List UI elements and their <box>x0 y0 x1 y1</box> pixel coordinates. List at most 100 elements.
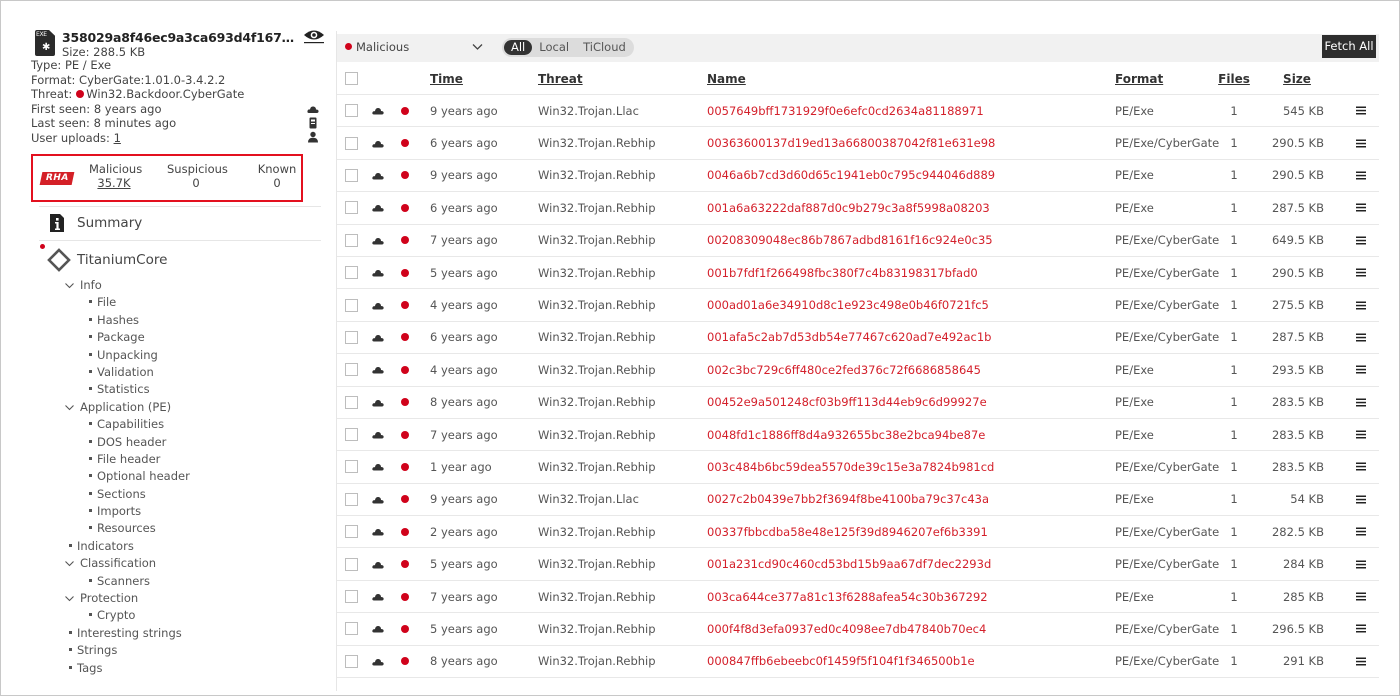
hamburger-menu-icon[interactable] <box>1356 333 1366 342</box>
hamburger-menu-icon[interactable] <box>1356 560 1366 569</box>
header-files[interactable]: Files <box>1218 63 1250 94</box>
row-name-link[interactable]: 001a6a63222daf887d0c9b279c3a8f5998a08203 <box>707 201 990 215</box>
row-checkbox[interactable] <box>345 266 358 280</box>
row-checkbox[interactable] <box>345 590 358 604</box>
row-name-link[interactable]: 001a231cd90c460cd53bd15b9aa67df7dec2293d <box>707 557 991 571</box>
row-checkbox[interactable] <box>345 428 358 442</box>
row-name-link[interactable]: 002c3bc729c6ff480ce2fed376c72f6686858645 <box>707 363 981 377</box>
segment-all[interactable]: All <box>504 40 533 55</box>
header-format[interactable]: Format <box>1115 63 1163 94</box>
table-row[interactable]: 5 years ago Win32.Trojan.Rebhip 001b7fdf1f… <box>337 257 1379 290</box>
tree-item[interactable]: Indicators <box>63 538 190 555</box>
hamburger-menu-icon[interactable] <box>1356 203 1366 212</box>
row-checkbox[interactable] <box>345 298 358 312</box>
hamburger-menu-icon[interactable] <box>1356 236 1366 245</box>
row-name-link[interactable]: 001afa5c2ab7d53db54e77467c620ad7e492ac1b <box>707 330 992 344</box>
hamburger-menu-icon[interactable] <box>1356 301 1366 310</box>
hamburger-menu-icon[interactable] <box>1356 139 1366 148</box>
tree-item[interactable]: Scanners <box>63 573 190 590</box>
row-name-link[interactable]: 003c484b6bc59dea5570de39c15e3a7824b981cd <box>707 460 994 474</box>
row-checkbox[interactable] <box>345 557 358 571</box>
row-checkbox[interactable] <box>345 654 358 668</box>
select-all-checkbox[interactable] <box>345 72 358 85</box>
hamburger-menu-icon[interactable] <box>1356 495 1366 504</box>
table-row[interactable]: 6 years ago Win32.Trojan.Rebhip 001afa5c2a… <box>337 322 1379 355</box>
tree-item[interactable]: Tags <box>63 660 190 677</box>
classification-filter[interactable]: Malicious <box>345 40 409 54</box>
hamburger-menu-icon[interactable] <box>1356 624 1366 633</box>
tree-item[interactable]: Validation <box>63 364 190 381</box>
row-name-link[interactable]: 00363600137d19ed13a66800387042f81e631e98 <box>707 136 995 150</box>
hamburger-menu-icon[interactable] <box>1356 106 1366 115</box>
row-name-link[interactable]: 00452e9a501248cf03b9ff113d44eb9c6d99927e <box>707 395 987 409</box>
table-row[interactable]: 6 years ago Win32.Trojan.Rebhip 0036360013… <box>337 127 1379 160</box>
segment-local[interactable]: Local <box>532 40 576 55</box>
tree-item[interactable]: DOS header <box>63 434 190 451</box>
tree-item[interactable]: Crypto <box>63 607 190 624</box>
row-name-link[interactable]: 000847ffb6ebeebc0f1459f5f104f1f346500b1e <box>707 654 975 668</box>
tree-item[interactable]: Imports <box>63 503 190 520</box>
tree-item[interactable]: Protection <box>63 590 190 607</box>
table-row[interactable]: 8 years ago Win32.Trojan.Rebhip 00452e9a50… <box>337 387 1379 419</box>
chevron-down-icon[interactable] <box>65 559 74 568</box>
chevron-down-icon[interactable] <box>472 43 483 51</box>
tree-item[interactable]: Unpacking <box>63 347 190 364</box>
row-name-link[interactable]: 001b7fdf1f266498fbc380f7c4b83198317bfad0 <box>707 266 978 280</box>
row-name-link[interactable]: 000f4f8d3efa0937ed0c4098ee7db47840b70ec4 <box>707 622 986 636</box>
nav-summary[interactable]: Summary <box>47 213 142 233</box>
tree-item[interactable]: Statistics <box>63 381 190 398</box>
row-checkbox[interactable] <box>345 622 358 636</box>
tree-item[interactable]: Hashes <box>63 312 190 329</box>
hamburger-menu-icon[interactable] <box>1356 592 1366 601</box>
table-row[interactable]: 9 years ago Win32.Trojan.Rebhip 0046a6b7cd… <box>337 160 1379 193</box>
header-size[interactable]: Size <box>1272 63 1322 94</box>
nav-titaniumcore[interactable]: TitaniumCore <box>47 248 167 272</box>
tree-item[interactable]: Application (PE) <box>63 399 190 416</box>
eye-icon[interactable] <box>303 28 325 44</box>
tree-item[interactable]: File <box>63 294 190 311</box>
row-checkbox[interactable] <box>345 136 358 150</box>
table-row[interactable]: 4 years ago Win32.Trojan.Rebhip 000ad01a6e… <box>337 289 1379 322</box>
hamburger-menu-icon[interactable] <box>1356 430 1366 439</box>
row-checkbox[interactable] <box>345 233 358 247</box>
tree-item[interactable]: Capabilities <box>63 416 190 433</box>
table-row[interactable]: 9 years ago Win32.Trojan.Llac 0057649bff17… <box>337 95 1379 128</box>
tree-item[interactable]: Interesting strings <box>63 625 190 642</box>
row-name-link[interactable]: 0046a6b7cd3d60d65c1941eb0c795c944046d889 <box>707 168 995 182</box>
tree-item[interactable]: Package <box>63 329 190 346</box>
hamburger-menu-icon[interactable] <box>1356 171 1366 180</box>
chevron-down-icon[interactable] <box>65 403 74 412</box>
tree-item[interactable]: File header <box>63 451 190 468</box>
tree-item[interactable]: Resources <box>63 520 190 537</box>
row-checkbox[interactable] <box>345 201 358 215</box>
table-row[interactable]: 5 years ago Win32.Trojan.Rebhip 000f4f8d3e… <box>337 613 1379 646</box>
table-row[interactable]: 1 year ago Win32.Trojan.Rebhip 003c484b6bc… <box>337 451 1379 484</box>
header-time[interactable]: Time <box>430 63 463 94</box>
table-row[interactable]: 7 years ago Win32.Trojan.Rebhip 0020830904… <box>337 225 1379 257</box>
segment-ticloud[interactable]: TiCloud <box>576 40 633 55</box>
row-checkbox[interactable] <box>345 104 358 118</box>
row-checkbox[interactable] <box>345 525 358 539</box>
hamburger-menu-icon[interactable] <box>1356 365 1366 374</box>
table-row[interactable]: 6 years ago Win32.Trojan.Rebhip 001a6a6322… <box>337 192 1379 225</box>
header-threat[interactable]: Threat <box>538 63 583 94</box>
tree-item[interactable]: Classification <box>63 555 190 572</box>
tree-item[interactable]: Sections <box>63 486 190 503</box>
hamburger-menu-icon[interactable] <box>1356 398 1366 407</box>
table-row[interactable]: 2 years ago Win32.Trojan.Rebhip 00337fbbcd… <box>337 516 1379 549</box>
chevron-down-icon[interactable] <box>65 281 74 290</box>
row-checkbox[interactable] <box>345 395 358 409</box>
table-row[interactable]: 4 years ago Win32.Trojan.Rebhip 002c3bc729… <box>337 354 1379 387</box>
header-name[interactable]: Name <box>707 63 746 94</box>
table-row[interactable]: 8 years ago Win32.Trojan.Rebhip 000847ffb6… <box>337 646 1379 679</box>
table-row[interactable]: 5 years ago Win32.Trojan.Rebhip 001a231cd9… <box>337 548 1379 581</box>
row-name-link[interactable]: 0057649bff1731929f0e6efc0cd2634a81188971 <box>707 104 984 118</box>
hamburger-menu-icon[interactable] <box>1356 657 1366 666</box>
table-row[interactable]: 7 years ago Win32.Trojan.Rebhip 003ca644ce… <box>337 581 1379 614</box>
tree-item[interactable]: Strings <box>63 642 190 659</box>
tree-item[interactable]: Optional header <box>63 468 190 485</box>
user-uploads-link[interactable]: 1 <box>114 131 121 145</box>
chevron-down-icon[interactable] <box>65 594 74 603</box>
table-row[interactable]: 9 years ago Win32.Trojan.Llac 0027c2b0439e… <box>337 484 1379 517</box>
fetch-all-button[interactable]: Fetch All <box>1322 35 1376 58</box>
